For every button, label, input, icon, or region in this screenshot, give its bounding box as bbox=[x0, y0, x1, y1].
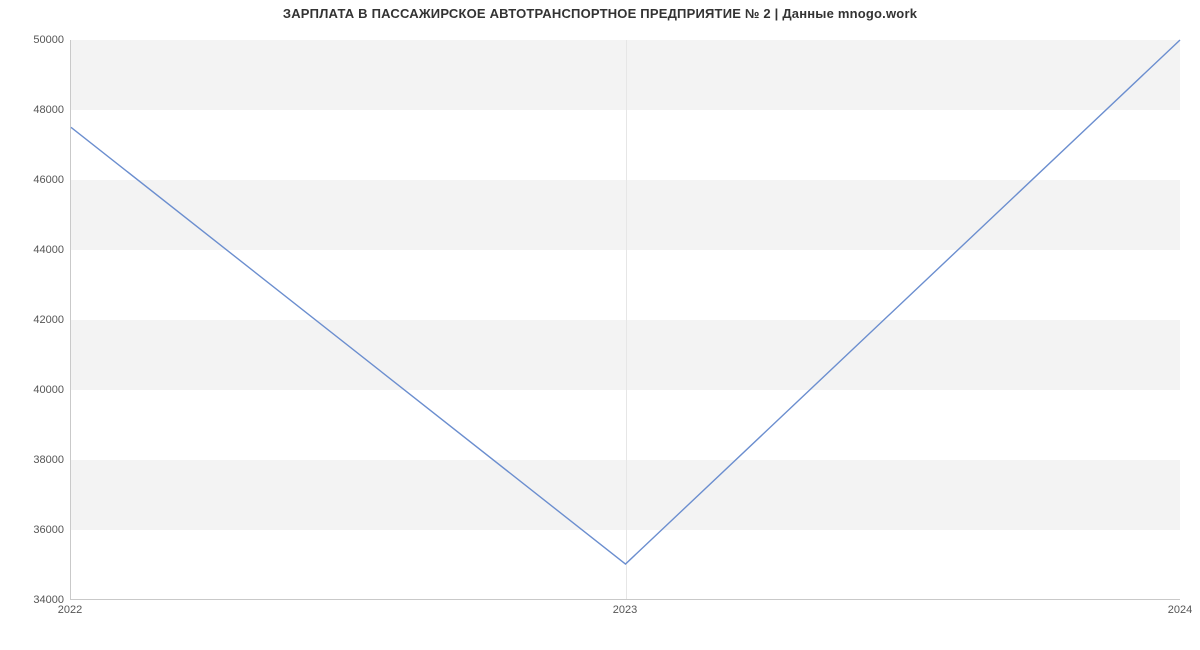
chart-container: ЗАРПЛАТА В ПАССАЖИРСКОЕ АВТОТРАНСПОРТНОЕ… bbox=[0, 0, 1200, 650]
x-tick-label: 2024 bbox=[1168, 604, 1192, 616]
y-tick-label: 34000 bbox=[10, 594, 64, 606]
y-tick-label: 38000 bbox=[10, 454, 64, 466]
y-tick-label: 46000 bbox=[10, 174, 64, 186]
y-tick-label: 36000 bbox=[10, 524, 64, 536]
chart-title: ЗАРПЛАТА В ПАССАЖИРСКОЕ АВТОТРАНСПОРТНОЕ… bbox=[0, 6, 1200, 21]
y-tick-label: 50000 bbox=[10, 34, 64, 46]
y-tick-label: 44000 bbox=[10, 244, 64, 256]
y-tick-label: 42000 bbox=[10, 314, 64, 326]
line-series bbox=[71, 40, 1180, 599]
y-tick-label: 40000 bbox=[10, 384, 64, 396]
x-tick-label: 2022 bbox=[58, 604, 82, 616]
y-tick-label: 48000 bbox=[10, 104, 64, 116]
plot-area bbox=[70, 40, 1180, 600]
x-tick-label: 2023 bbox=[613, 604, 637, 616]
